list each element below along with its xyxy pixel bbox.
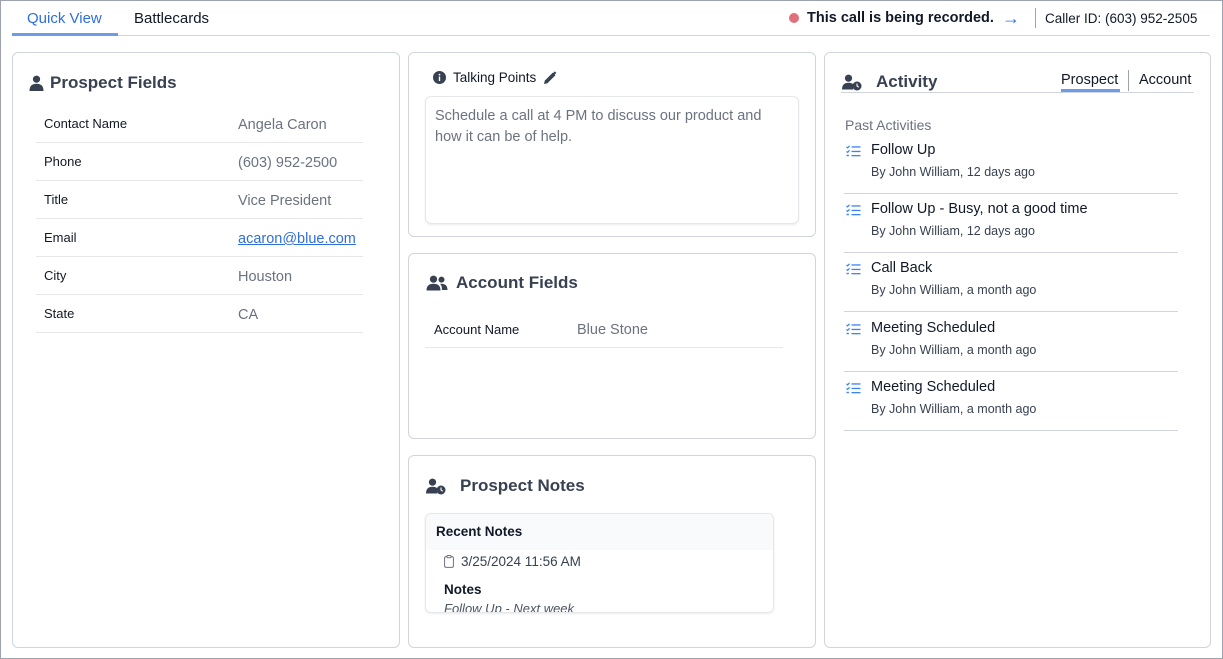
prospect-notes-heading: Prospect Notes	[460, 476, 585, 495]
field-row-phone: Phone (603) 952-2500	[36, 143, 363, 181]
note-date: 3/25/2024 11:56 AM	[444, 554, 581, 569]
talking-points-header: Talking Points	[433, 70, 557, 85]
notes-label: Notes	[444, 582, 482, 597]
activity-heading: Activity	[876, 72, 938, 91]
activity-item[interactable]: Meeting Scheduled By John William, a mon…	[844, 372, 1178, 431]
activity-tab-prospect[interactable]: Prospect	[1061, 72, 1118, 88]
activity-item[interactable]: Follow Up - Busy, not a good time By Joh…	[844, 194, 1178, 253]
activity-item-meta: By John William, 12 days ago	[871, 224, 1035, 238]
info-icon	[433, 71, 446, 84]
field-row-state: State CA	[36, 295, 363, 333]
activity-header-divider	[841, 92, 1194, 93]
prospect-notes-title: Prospect Notes	[426, 476, 585, 496]
field-label: Email	[44, 230, 77, 245]
activity-item-title[interactable]: Meeting Scheduled	[871, 320, 995, 336]
account-fields-title: Account Fields	[426, 273, 578, 293]
users-icon	[426, 275, 454, 291]
field-label: State	[44, 306, 75, 321]
tab-quick-view-underline	[12, 33, 118, 36]
email-link[interactable]: acaron@blue.com	[238, 231, 356, 247]
activity-item[interactable]: Follow Up By John William, 12 days ago	[844, 135, 1178, 194]
activity-item-meta: By John William, a month ago	[871, 402, 1037, 416]
field-value: Vice President	[238, 193, 332, 209]
recent-notes-header: Recent Notes	[426, 514, 773, 550]
activity-item-meta: By John William, a month ago	[871, 283, 1037, 297]
recent-notes-box: Recent Notes 3/25/2024 11:56 AM Notes Fo…	[425, 513, 774, 613]
activity-title: Activity	[842, 72, 937, 92]
field-label: Account Name	[434, 322, 520, 337]
note-date-text: 3/25/2024 11:56 AM	[461, 554, 581, 569]
activity-item-title[interactable]: Call Back	[871, 260, 932, 276]
activity-tab-account[interactable]: Account	[1139, 72, 1191, 88]
divider	[1035, 8, 1036, 28]
field-label: Contact Name	[44, 116, 128, 131]
account-fields-card: Account Fields Account Name Blue Stone	[408, 253, 816, 439]
field-label: Title	[44, 192, 69, 207]
field-label: Phone	[44, 154, 82, 169]
talking-points-card: Talking Points Schedule a call at 4 PM t…	[408, 52, 816, 237]
activity-item[interactable]: Call Back By John William, a month ago	[844, 253, 1178, 312]
talking-points-text[interactable]: Schedule a call at 4 PM to discuss our p…	[425, 96, 799, 224]
notes-text: Follow Up - Next week	[444, 601, 575, 613]
talking-points-title: Talking Points	[453, 70, 537, 85]
activity-item-title[interactable]: Follow Up	[871, 142, 935, 158]
tab-divider	[1128, 70, 1129, 91]
past-activities-label: Past Activities	[845, 117, 932, 133]
field-row-account-name: Account Name Blue Stone	[425, 314, 783, 348]
tab-battlecards[interactable]: Battlecards	[134, 10, 209, 27]
user-icon	[29, 75, 50, 91]
edit-pencil-icon[interactable]	[543, 70, 557, 85]
task-list-icon	[846, 322, 861, 340]
tab-quick-view[interactable]: Quick View	[27, 10, 102, 27]
user-clock-icon	[426, 478, 452, 495]
arrow-right-icon[interactable]: →	[1002, 9, 1020, 27]
top-bar: Quick View Battlecards This call is bein…	[12, 0, 1210, 36]
recording-indicator: This call is being recorded. →	[789, 9, 1020, 27]
recording-dot-icon	[789, 13, 799, 23]
prospect-notes-card: Prospect Notes Recent Notes 3/25/2024 11…	[408, 455, 816, 648]
recording-text: This call is being recorded.	[807, 10, 994, 26]
activity-card: Activity Prospect Account Past Activitie…	[824, 52, 1211, 648]
prospect-fields-card: Prospect Fields Contact Name Angela Caro…	[12, 52, 400, 648]
prospect-fields-heading: Prospect Fields	[50, 73, 177, 92]
activity-item-title[interactable]: Follow Up - Busy, not a good time	[871, 201, 1088, 217]
field-row-contact-name: Contact Name Angela Caron	[36, 105, 363, 143]
field-value: Houston	[238, 269, 293, 285]
field-row-title: Title Vice President	[36, 181, 363, 219]
field-value: Blue Stone	[577, 322, 648, 338]
activity-item-title[interactable]: Meeting Scheduled	[871, 379, 995, 395]
activity-item-meta: By John William, 12 days ago	[871, 165, 1035, 179]
account-fields-heading: Account Fields	[456, 273, 578, 292]
activity-item[interactable]: Meeting Scheduled By John William, a mon…	[844, 313, 1178, 372]
field-value: CA	[238, 307, 259, 323]
activity-item-meta: By John William, a month ago	[871, 343, 1037, 357]
field-value: (603) 952-2500	[238, 155, 338, 171]
task-list-icon	[846, 144, 861, 162]
task-list-icon	[846, 203, 861, 221]
task-list-icon	[846, 262, 861, 280]
clipboard-icon	[444, 555, 454, 568]
task-list-icon	[846, 381, 861, 399]
field-row-city: City Houston	[36, 257, 363, 295]
field-label: City	[44, 268, 67, 283]
field-value: Angela Caron	[238, 117, 327, 133]
field-row-email: Email acaron@blue.com	[36, 219, 363, 257]
caller-id: Caller ID: (603) 952-2505	[1045, 11, 1198, 26]
user-clock-icon	[842, 74, 868, 91]
prospect-fields-title: Prospect Fields	[29, 73, 177, 93]
